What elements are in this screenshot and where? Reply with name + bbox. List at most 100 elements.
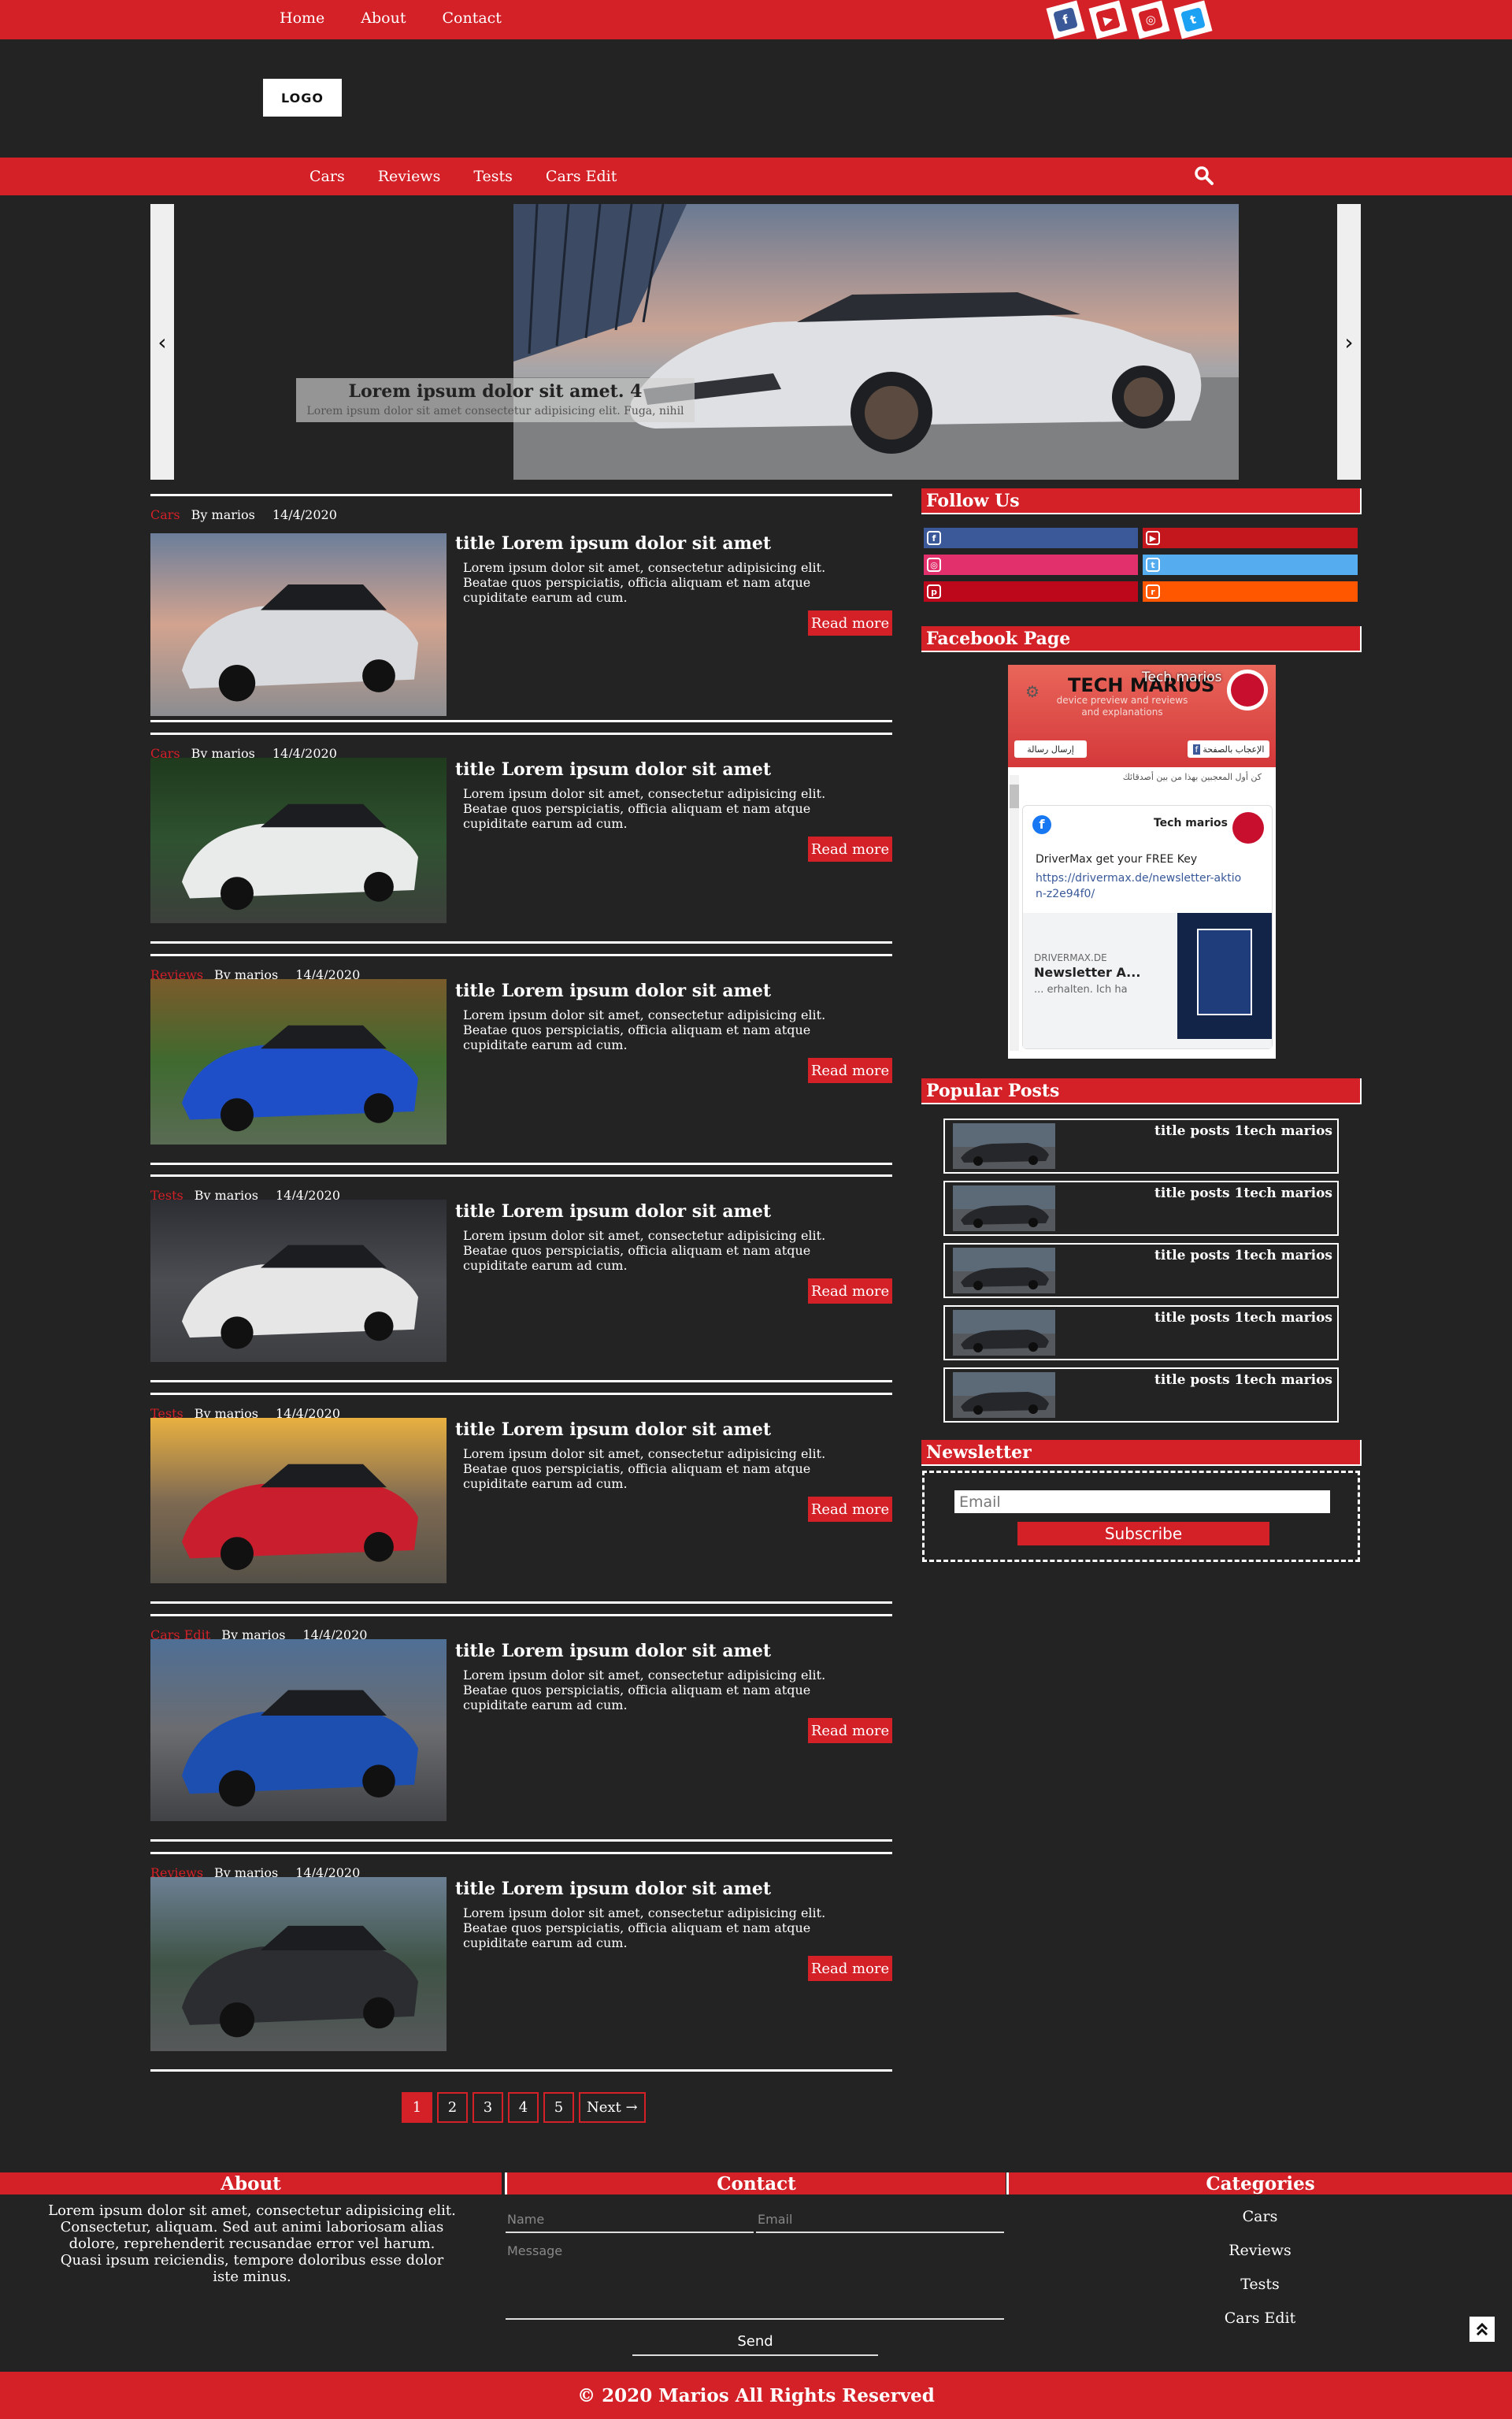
read-more-button[interactable]: Read more [808, 1278, 892, 1304]
site-logo[interactable]: LOGO [263, 79, 342, 117]
page-4-button[interactable]: 4 [508, 2092, 539, 2123]
popular-post-item[interactable]: title posts 1tech marios [943, 1367, 1339, 1423]
slider-prev-button[interactable]: ‹ [150, 204, 174, 480]
post-title[interactable]: title Lorem ipsum dolor sit amet [455, 1419, 771, 1440]
slider-next-button[interactable]: › [1337, 204, 1361, 480]
read-more-button[interactable]: Read more [808, 837, 892, 862]
top-bar: Home About Contact f ▶ ◎ t [0, 0, 1512, 39]
post-excerpt: Lorem ipsum dolor sit amet, consectetur … [463, 1228, 826, 1273]
top-nav-about[interactable]: About [361, 9, 406, 27]
facebook-icon: f [1053, 7, 1078, 32]
footer-cat-cars-edit[interactable]: Cars Edit [1087, 2310, 1433, 2327]
footer-about-heading: About [0, 2172, 502, 2195]
post-card: Tests By marios 14/4/2020 title Lorem ipsu… [150, 1393, 892, 1604]
reddit-follow-button[interactable]: r [1143, 581, 1358, 602]
page-1-button[interactable]: 1 [402, 2092, 432, 2123]
fb-scrollbar[interactable] [1010, 775, 1019, 1051]
post-thumbnail[interactable] [150, 1639, 447, 1821]
post-divider [150, 2069, 892, 2072]
top-youtube-link[interactable]: ▶ [1088, 0, 1128, 39]
post-title[interactable]: title Lorem ipsum dolor sit amet [455, 1641, 771, 1661]
youtube-icon: ▶ [1095, 7, 1121, 32]
contact-message-input[interactable]: Message [507, 2243, 562, 2258]
contact-name-input[interactable]: Name [507, 2212, 544, 2227]
fb-post-link[interactable]: https://drivermax.de/newsletter-aktion-z… [1036, 870, 1248, 902]
scroll-to-top-button[interactable] [1469, 2317, 1495, 2342]
read-more-button[interactable]: Read more [808, 1718, 892, 1743]
top-nav-contact[interactable]: Contact [442, 9, 501, 27]
post-divider [150, 1174, 892, 1177]
next-page-button[interactable]: Next → [579, 2092, 646, 2123]
search-icon[interactable] [1194, 165, 1214, 186]
footer-cat-cars[interactable]: Cars [1087, 2208, 1433, 2225]
post-thumbnail[interactable] [150, 1877, 447, 2051]
post-title[interactable]: title Lorem ipsum dolor sit amet [455, 1879, 771, 1899]
twitter-icon: t [1180, 7, 1206, 32]
top-twitter-link[interactable]: t [1173, 0, 1213, 39]
post-card: Cars Edit By marios 14/4/2020 title Lorem … [150, 1614, 892, 1842]
popular-post-item[interactable]: title posts 1tech marios [943, 1243, 1339, 1298]
footer-cat-reviews[interactable]: Reviews [1087, 2242, 1433, 2259]
post-thumbnail[interactable] [150, 1200, 447, 1362]
newsletter-heading: Newsletter [921, 1440, 1362, 1466]
double-chevron-up-icon [1476, 2322, 1488, 2336]
post-title[interactable]: title Lorem ipsum dolor sit amet [455, 759, 771, 780]
slide-image [513, 204, 1239, 480]
nav-reviews[interactable]: Reviews [378, 168, 441, 185]
twitter-follow-button[interactable]: t [1143, 555, 1358, 575]
newsletter-email-input[interactable]: Email [954, 1490, 1330, 1513]
popular-post-item[interactable]: title posts 1tech marios [943, 1305, 1339, 1360]
youtube-follow-button[interactable]: ▶ [1143, 528, 1358, 548]
post-date: 14/4/2020 [272, 507, 337, 522]
post-excerpt: Lorem ipsum dolor sit amet, consectetur … [463, 786, 826, 831]
contact-email-input[interactable]: Email [758, 2212, 792, 2227]
fb-page-name[interactable]: Tech marios [1142, 670, 1221, 685]
post-title[interactable]: title Lorem ipsum dolor sit amet [455, 981, 771, 1001]
popular-post-title: title posts 1tech marios [1154, 1372, 1332, 1388]
instagram-follow-button[interactable]: ◎ [924, 555, 1138, 575]
read-more-button[interactable]: Read more [808, 1497, 892, 1522]
read-more-button[interactable]: Read more [808, 1956, 892, 1981]
popular-post-item[interactable]: title posts 1tech marios [943, 1119, 1339, 1174]
post-thumbnail[interactable] [150, 979, 447, 1145]
post-title[interactable]: title Lorem ipsum dolor sit amet [455, 533, 771, 554]
nav-cars[interactable]: Cars [309, 168, 345, 185]
popular-post-title: title posts 1tech marios [1154, 1185, 1332, 1201]
read-more-button[interactable]: Read more [808, 1058, 892, 1083]
facebook-icon: f [1032, 815, 1051, 834]
facebook-follow-button[interactable]: f [924, 528, 1138, 548]
post-title[interactable]: title Lorem ipsum dolor sit amet [455, 1201, 771, 1222]
popular-post-item[interactable]: title posts 1tech marios [943, 1181, 1339, 1236]
nav-tests[interactable]: Tests [473, 168, 513, 185]
slide-caption-title: Lorem ipsum dolor sit amet. 4 [348, 381, 643, 402]
post-thumbnail[interactable] [150, 533, 447, 716]
page-5-button[interactable]: 5 [543, 2092, 574, 2123]
nav-cars-edit[interactable]: Cars Edit [546, 168, 617, 185]
fb-card-domain: DRIVERMAX.DE [1034, 952, 1107, 963]
fb-like-button[interactable]: f الإعجاب بالصفحة [1188, 740, 1269, 758]
top-facebook-link[interactable]: f [1046, 0, 1085, 39]
post-divider [150, 494, 892, 496]
page-2-button[interactable]: 2 [437, 2092, 468, 2123]
contact-send-button[interactable]: Send [632, 2333, 878, 2350]
subscribe-button[interactable]: Subscribe [1017, 1522, 1269, 1545]
read-more-button[interactable]: Read more [808, 610, 892, 636]
post-thumbnail[interactable] [150, 1418, 447, 1583]
fb-card-desc: ... erhalten. Ich ha [1034, 984, 1128, 996]
top-nav-home[interactable]: Home [280, 9, 324, 27]
post-excerpt: Lorem ipsum dolor sit amet, consectetur … [463, 1446, 826, 1491]
page-3-button[interactable]: 3 [472, 2092, 503, 2123]
footer-cat-tests[interactable]: Tests [1087, 2276, 1433, 2293]
top-instagram-link[interactable]: ◎ [1131, 0, 1170, 39]
fb-card-title: Newsletter A... [1034, 965, 1141, 980]
fb-message-button[interactable]: إرسال رسالة [1014, 740, 1087, 758]
pinterest-follow-button[interactable]: p [924, 581, 1138, 602]
fb-link-card[interactable]: DRIVERMAX.DE Newsletter A... ... erhalte… [1023, 913, 1272, 1048]
reddit-icon: r [1146, 584, 1160, 599]
post-category-link[interactable]: Cars [150, 507, 180, 522]
fb-post-author[interactable]: Tech marios [1154, 817, 1228, 829]
facebook-page-heading: Facebook Page [921, 626, 1362, 652]
post-thumbnail[interactable] [150, 758, 447, 923]
fb-post-text: DriverMax get your FREE Key [1036, 853, 1198, 866]
fb-page-avatar [1227, 670, 1268, 710]
